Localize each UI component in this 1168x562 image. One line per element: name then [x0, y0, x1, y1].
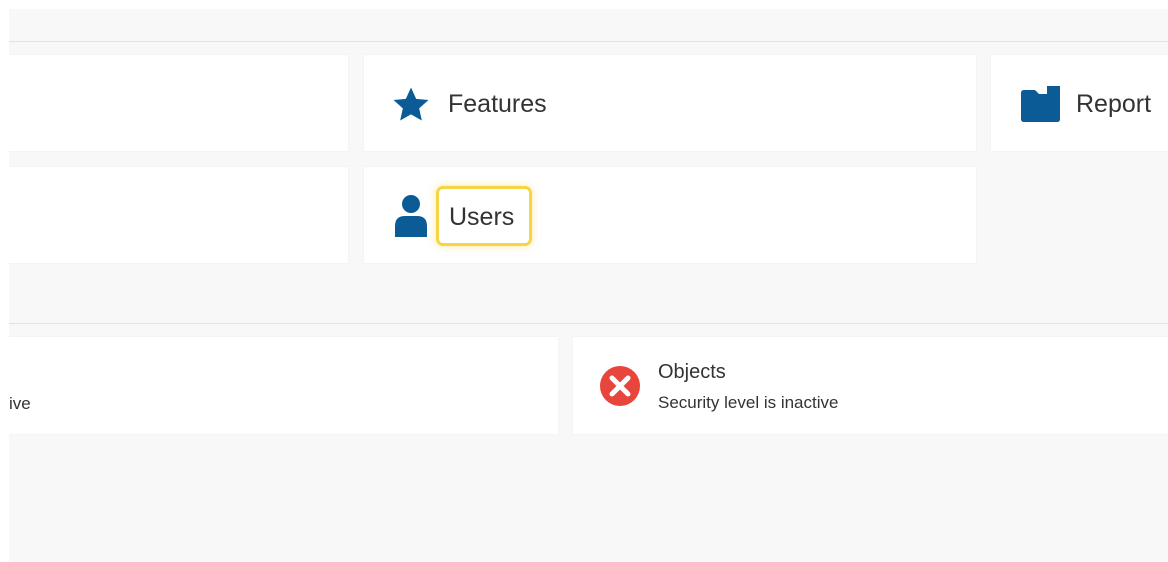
tile-left-top[interactable] [9, 55, 348, 151]
tile-label-users: Users [449, 203, 515, 231]
workspace: Features Report Users ive Objects Securi… [9, 9, 1168, 562]
top-divider [9, 41, 1168, 42]
tile-users[interactable]: Users [364, 167, 976, 263]
tile-reports[interactable]: Report [991, 55, 1168, 151]
tile-label-features: Features [448, 90, 547, 118]
tile-left-bottom[interactable] [9, 167, 348, 263]
status-subtitle-left: ive [9, 394, 31, 413]
error-circle-icon [600, 366, 640, 406]
user-icon [395, 195, 427, 237]
status-subtitle-objects: Security level is inactive [658, 393, 839, 412]
star-icon [393, 87, 429, 121]
security-status-left[interactable]: ive [9, 337, 558, 434]
status-title-objects: Objects [658, 361, 726, 383]
section-divider [9, 323, 1168, 324]
folder-icon [1021, 86, 1060, 122]
security-status-objects[interactable]: Objects Security level is inactive [573, 337, 1168, 434]
tile-features[interactable]: Features [364, 55, 976, 151]
tile-label-reports: Report [1076, 90, 1152, 118]
